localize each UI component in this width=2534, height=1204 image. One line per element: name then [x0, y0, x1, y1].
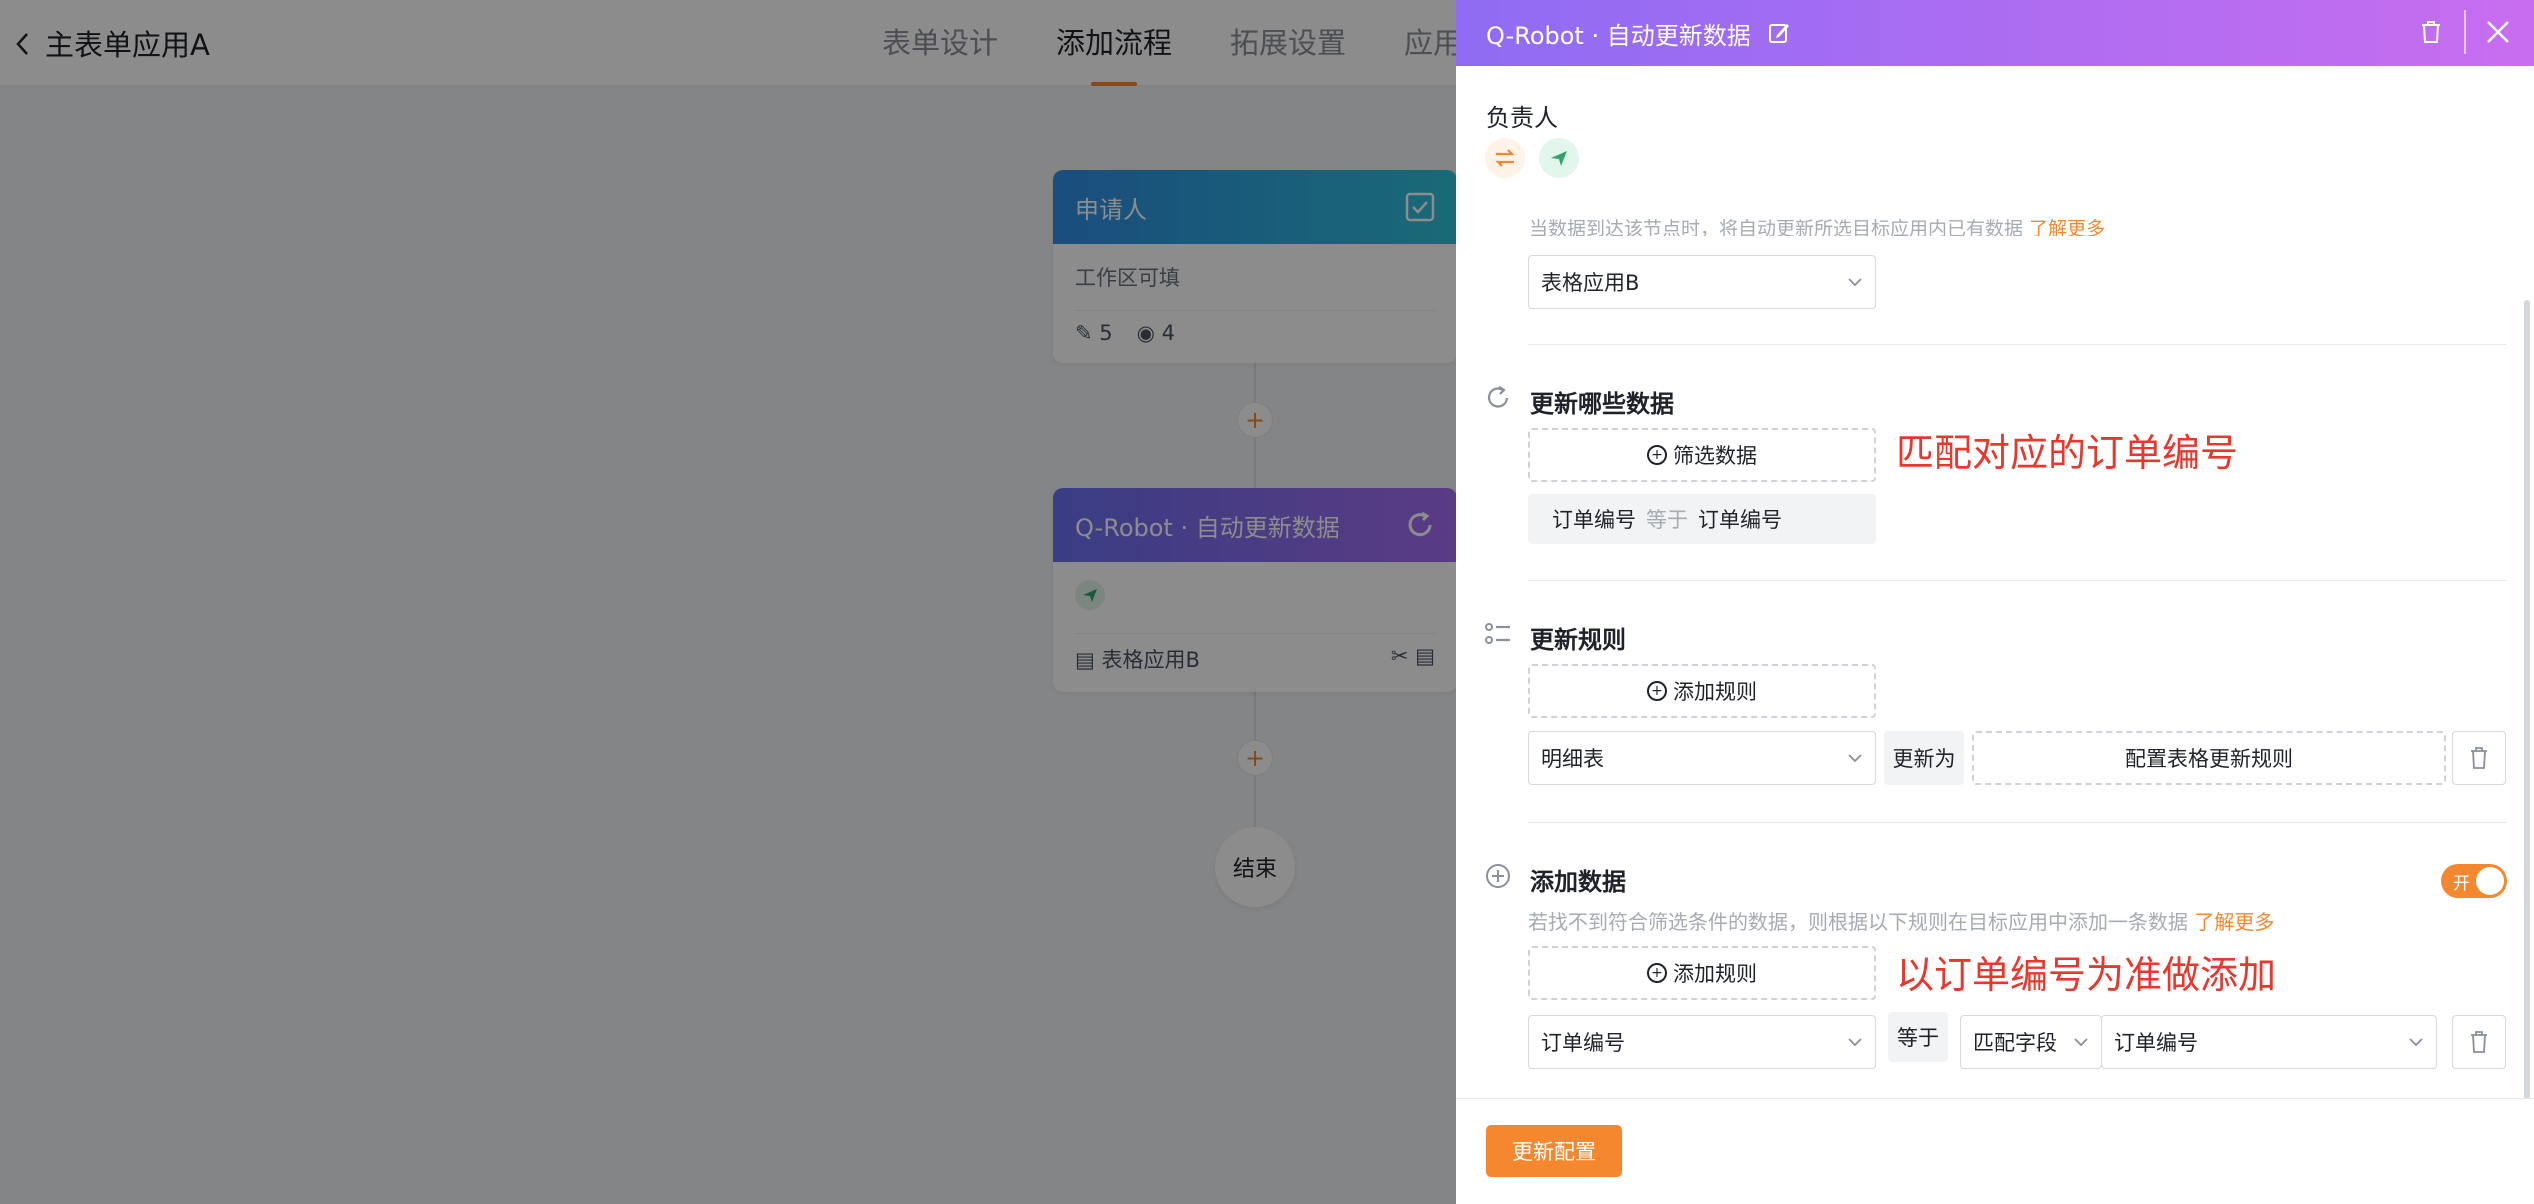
trash-icon — [2471, 747, 2487, 769]
modal-overlay[interactable] — [0, 0, 1456, 1204]
chevron-down-icon — [1848, 754, 1862, 763]
delete-add-rule-button[interactable] — [2452, 1015, 2506, 1069]
rule-field-select[interactable]: 明细表 — [1528, 731, 1876, 785]
annotation-add-by-order: 以订单编号为准做添加 — [1896, 953, 2277, 997]
send-button[interactable] — [1539, 138, 1579, 178]
learn-more-link[interactable]: 了解更多 — [2029, 218, 2105, 236]
drawer-footer: 更新配置 — [1456, 1098, 2534, 1204]
send-icon — [1551, 151, 1567, 166]
chevron-down-icon — [2409, 1038, 2423, 1047]
match-type-select[interactable]: 匹配字段 — [1960, 1015, 2102, 1069]
config-table-rule-button[interactable]: 配置表格更新规则 — [1972, 731, 2446, 785]
annotation-match-order: 匹配对应的订单编号 — [1896, 431, 2239, 475]
section-divider — [1528, 580, 2506, 581]
add-data-rule-button[interactable]: + 添加规则 — [1528, 946, 1876, 1000]
drawer-header: Q-Robot · 自动更新数据 — [1456, 0, 2534, 66]
delete-rule-button[interactable] — [2452, 731, 2506, 785]
plus-circle-icon — [1486, 864, 1510, 888]
target-app-hint: 当数据到达该节点时，将自动更新所选目标应用内已有数据 了解更多 — [1529, 214, 2105, 236]
chevron-down-icon — [1848, 1038, 1862, 1047]
list-icon — [1485, 623, 1510, 644]
match-value-select[interactable]: 订单编号 — [2101, 1015, 2437, 1069]
toggle-label: 开 — [2453, 874, 2470, 894]
swap-icon — [1495, 149, 1515, 167]
section-divider — [1528, 822, 2506, 823]
add-data-toggle[interactable]: 开 — [2441, 864, 2507, 898]
drawer-title: Q-Robot · 自动更新数据 — [1486, 21, 1751, 50]
toggle-knob — [2476, 867, 2504, 895]
update-config-button[interactable]: 更新配置 — [1486, 1125, 1622, 1177]
section-title-update-rule: 更新规则 — [1530, 626, 1626, 654]
edit-icon[interactable] — [1767, 21, 1791, 45]
plus-circle-icon: + — [1647, 445, 1667, 465]
close-icon[interactable] — [2484, 18, 2512, 46]
chevron-down-icon — [2074, 1038, 2088, 1047]
header-divider — [2464, 10, 2466, 54]
drawer-scrollbar[interactable] — [2524, 300, 2530, 1100]
filter-condition[interactable]: 订单编号 等于 订单编号 — [1528, 494, 1876, 544]
update-to-label: 更新为 — [1884, 731, 1964, 785]
section-title-update-which: 更新哪些数据 — [1530, 390, 1674, 418]
robot-config-drawer: Q-Robot · 自动更新数据 负责人 当数据到达该节点时，将自动更新所选目标… — [1456, 0, 2534, 1204]
trash-icon — [2471, 1031, 2487, 1053]
add-data-description: 若找不到符合筛选条件的数据，则根据以下规则在目标应用中添加一条数据 了解更多 — [1528, 910, 2275, 934]
transfer-owner-button[interactable] — [1485, 138, 1525, 178]
learn-more-link[interactable]: 了解更多 — [2194, 910, 2274, 934]
add-data-field-select[interactable]: 订单编号 — [1528, 1015, 1876, 1069]
refresh-icon — [1487, 386, 1509, 408]
target-app-select[interactable]: 表格应用B — [1528, 255, 1876, 309]
plus-circle-icon: + — [1647, 681, 1667, 701]
section-divider — [1528, 344, 2506, 345]
chevron-down-icon — [1848, 278, 1862, 287]
plus-circle-icon: + — [1647, 963, 1667, 983]
owner-label: 负责人 — [1486, 104, 1558, 132]
add-rule-button[interactable]: + 添加规则 — [1528, 664, 1876, 718]
filter-data-button[interactable]: + 筛选数据 — [1528, 428, 1876, 482]
section-title-add-data: 添加数据 — [1530, 868, 1626, 896]
equals-label: 等于 — [1888, 1012, 1948, 1062]
delete-icon[interactable] — [2420, 20, 2442, 44]
